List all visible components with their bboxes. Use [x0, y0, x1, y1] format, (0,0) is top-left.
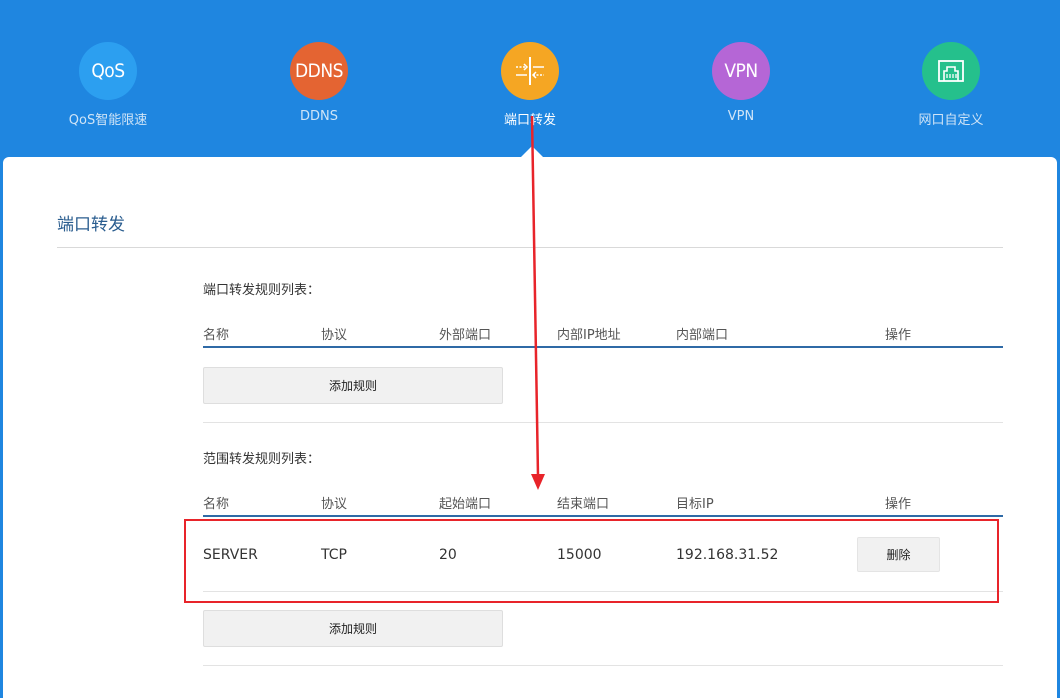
range-table-header-rule: [203, 515, 1003, 517]
nav-label-vpn: VPN: [727, 109, 755, 124]
qos-icon: QoS: [79, 42, 137, 100]
range-col-name: 名称: [203, 497, 230, 512]
nav-label-port-custom: 网口自定义: [918, 113, 984, 128]
port-forward-icon: [501, 42, 559, 100]
port-col-name: 名称: [203, 328, 230, 343]
range-col-target-ip: 目标IP: [676, 497, 714, 512]
nav-item-port-custom[interactable]: 网口自定义: [881, 42, 1021, 128]
port-col-internal-ip: 内部IP地址: [557, 328, 621, 343]
range-col-action: 操作: [885, 497, 912, 512]
nav-label-qos: QoS智能限速: [68, 113, 148, 128]
nav-label-port-forward: 端口转发: [503, 113, 556, 128]
port-rules-title: 端口转发规则列表：: [203, 283, 321, 298]
nav-item-qos[interactable]: QoS QoS智能限速: [38, 42, 178, 128]
top-nav-bar: QoS QoS智能限速 DDNS DDNS 端口转发 VPN VPN 网口自定义: [0, 0, 1060, 170]
row-end-port: 15000: [557, 547, 602, 563]
range-col-protocol: 协议: [321, 497, 348, 512]
row-target-ip: 192.168.31.52: [676, 547, 779, 563]
delete-rule-button[interactable]: 删除: [857, 537, 940, 572]
port-col-external-port: 外部端口: [439, 328, 492, 343]
ethernet-port-icon: [922, 42, 980, 100]
nav-label-ddns: DDNS: [300, 109, 338, 124]
page-title: 端口转发: [57, 215, 125, 235]
nav-item-ddns[interactable]: DDNS DDNS: [249, 42, 389, 124]
title-divider: [57, 247, 1003, 248]
range-rules-title: 范围转发规则列表：: [203, 452, 321, 467]
nav-item-port-forward[interactable]: 端口转发: [460, 42, 600, 128]
row-protocol: TCP: [321, 547, 347, 563]
port-forward-glyph-icon: [516, 57, 544, 85]
port-col-action: 操作: [885, 328, 912, 343]
port-col-protocol: 协议: [321, 328, 348, 343]
content-panel: [3, 157, 1057, 698]
add-range-rule-button[interactable]: 添加规则: [203, 610, 503, 647]
port-col-internal-port: 内部端口: [676, 328, 729, 343]
add-port-rule-button[interactable]: 添加规则: [203, 367, 503, 404]
ethernet-glyph-icon: [938, 60, 964, 82]
nav-item-vpn[interactable]: VPN VPN: [671, 42, 811, 124]
range-row-divider: [203, 591, 1003, 592]
range-col-start-port: 起始端口: [439, 497, 492, 512]
row-name: SERVER: [203, 547, 258, 563]
vpn-icon: VPN: [712, 42, 770, 100]
active-tab-pointer: [520, 146, 544, 158]
port-section-divider: [203, 422, 1003, 423]
row-start-port: 20: [439, 547, 457, 563]
range-section-divider: [203, 665, 1003, 666]
port-table-header-rule: [203, 346, 1003, 348]
ddns-icon: DDNS: [290, 42, 348, 100]
range-col-end-port: 结束端口: [557, 497, 610, 512]
